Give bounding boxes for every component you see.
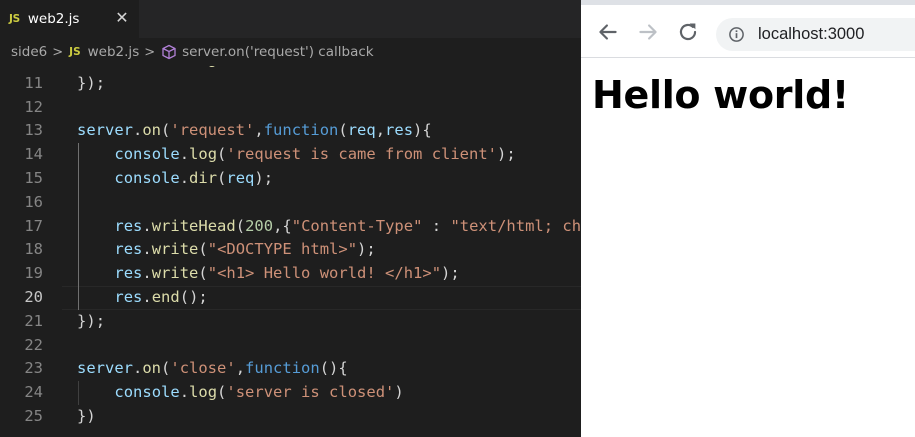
line-number: 23: [24, 359, 43, 378]
editor-tab-bar: JS web2.js ✕: [0, 0, 581, 38]
line-code: console.log('request is came from client…: [114, 145, 516, 164]
line-number: 18: [24, 240, 43, 259]
code-line[interactable]: 19 res.write("<h1> Hello world! </h1>");: [0, 262, 581, 286]
code-line[interactable]: 11});: [0, 72, 581, 96]
line-code: console.dir(req);: [114, 168, 274, 187]
line-code: res.writeHead(200,{"Content-Type" : "tex…: [114, 216, 581, 235]
browser-toolbar: localhost:3000: [581, 5, 915, 58]
chevron-right-icon: >: [144, 44, 156, 60]
line-code: server.on('close',function(){: [77, 359, 348, 378]
code-line[interactable]: 17 res.writeHead(200,{"Content-Type" : "…: [0, 215, 581, 239]
page-heading: Hello world!: [592, 73, 849, 117]
line-code: console.log('server is closed'): [114, 383, 404, 402]
line-number: 15: [24, 168, 43, 187]
code-line[interactable]: 25}): [0, 405, 581, 429]
code-editor: 10 console.log('socket is connected : %s…: [0, 0, 581, 437]
breadcrumb-symbol[interactable]: server.on('request') callback: [182, 44, 373, 60]
line-number: 14: [24, 145, 43, 164]
url-text[interactable]: localhost:3000: [758, 18, 864, 51]
line-number: 17: [24, 216, 43, 235]
code-line[interactable]: 22: [0, 334, 581, 358]
code-line[interactable]: 12: [0, 96, 581, 120]
line-number: 21: [24, 311, 43, 330]
arrow-left-icon[interactable]: [595, 19, 621, 45]
address-bar[interactable]: localhost:3000: [716, 18, 915, 51]
breadcrumb-folder[interactable]: side6: [11, 44, 47, 60]
line-number: 13: [24, 121, 43, 140]
reload-icon[interactable]: [675, 19, 701, 45]
breadcrumb: side6 > JS web2.js > server.on('request'…: [0, 38, 581, 66]
code-line[interactable]: 15 console.dir(req);: [0, 167, 581, 191]
info-icon[interactable]: [728, 26, 745, 43]
line-code: });: [77, 73, 106, 92]
code-line[interactable]: 16: [0, 191, 581, 215]
line-code: res.write("<h1> Hello world! </h1>");: [114, 264, 460, 283]
code-area[interactable]: 10 console.log('socket is connected : %s…: [0, 48, 581, 437]
code-line[interactable]: 23 server.on('close',function(){: [0, 357, 581, 381]
line-code: }): [77, 406, 96, 425]
line-code: server.on('request',function(req,res){: [77, 121, 432, 140]
close-icon[interactable]: ✕: [113, 7, 131, 29]
method-cube-icon: [162, 44, 176, 60]
line-code: res.write("<DOCTYPE html>");: [114, 240, 376, 259]
code-line[interactable]: 20 res.end();: [0, 285, 581, 310]
line-number: 22: [24, 335, 43, 354]
line-number: 20: [24, 287, 43, 306]
line-number: 11: [24, 73, 43, 92]
tab-web2-js[interactable]: JS web2.js ✕: [0, 0, 139, 38]
arrow-right-icon[interactable]: [635, 19, 661, 45]
breadcrumb-file[interactable]: web2.js: [88, 44, 140, 60]
tab-label: web2.js: [27, 11, 80, 27]
line-number: 16: [24, 192, 43, 211]
line-number: 12: [24, 97, 43, 116]
browser-window: localhost:3000 Hello world!: [581, 0, 915, 437]
line-code: });: [77, 311, 106, 330]
javascript-file-icon: JS: [69, 46, 81, 58]
code-line[interactable]: 14 console.log('request is came from cli…: [0, 143, 581, 167]
code-line[interactable]: 24 console.log('server is closed'): [0, 381, 581, 405]
code-line[interactable]: 18 res.write("<DOCTYPE html>");: [0, 238, 581, 262]
indent-guide: [78, 381, 79, 405]
line-number: 19: [24, 264, 43, 283]
javascript-file-icon: JS: [9, 13, 20, 25]
line-number: 25: [24, 406, 43, 425]
line-number: 24: [24, 383, 43, 402]
code-line[interactable]: 21});: [0, 310, 581, 334]
indent-guide: [78, 143, 79, 310]
code-line[interactable]: 13 server.on('request',function(req,res){: [0, 119, 581, 143]
chevron-right-icon: >: [52, 44, 64, 60]
line-code: res.end();: [114, 287, 208, 306]
